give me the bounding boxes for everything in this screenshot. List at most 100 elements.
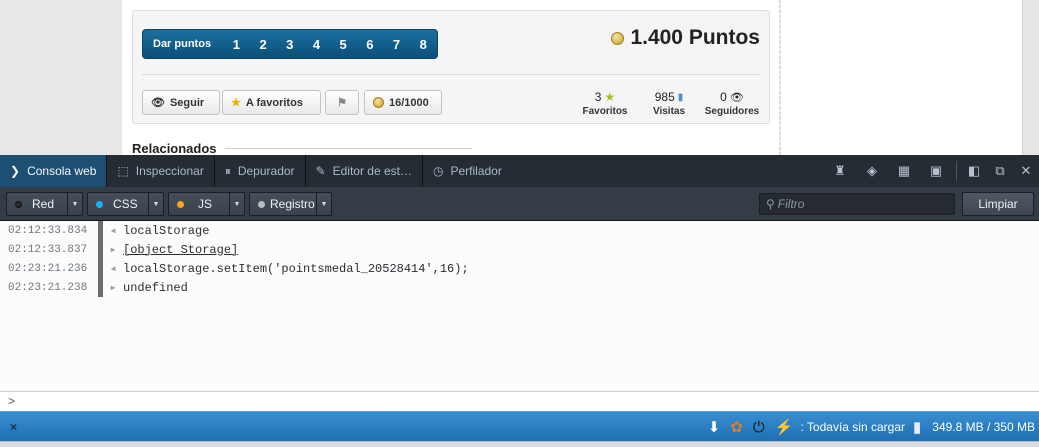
filter-placeholder: Filtro xyxy=(777,197,805,211)
close-icon[interactable]: × xyxy=(10,420,17,434)
tab-label: Editor de est… xyxy=(332,164,412,178)
film-icon[interactable]: ▦ xyxy=(888,155,920,187)
tab-style-editor[interactable]: ✎ Editor de est… xyxy=(306,155,423,187)
tab-label: Perfilador xyxy=(450,164,502,178)
post-actions-card: Dar puntos 1 2 3 4 5 6 7 8 1.400 Puntos … xyxy=(132,10,770,124)
filter-net-button[interactable]: Red ▼ xyxy=(6,192,83,216)
coin-icon xyxy=(611,31,625,45)
web-page: Dar puntos 1 2 3 4 5 6 7 8 1.400 Puntos … xyxy=(0,0,1039,155)
give-points-label: Dar puntos xyxy=(153,38,212,50)
chevron-down-icon[interactable]: ▼ xyxy=(67,193,82,215)
css-dot-icon xyxy=(96,200,103,208)
filter-css-button[interactable]: CSS ▼ xyxy=(87,192,164,216)
divider xyxy=(224,148,472,149)
memory-icon: ▮ xyxy=(913,419,922,436)
bar-chart-icon: ▮ xyxy=(677,91,684,103)
star-icon: ★ xyxy=(604,90,616,104)
cube-icon[interactable]: ◈ xyxy=(856,155,888,187)
stat-visits-label: Visitas xyxy=(652,106,686,117)
total-points: 1.400 Puntos xyxy=(611,26,760,50)
stat-followers: 0 👁 Seguidores xyxy=(703,90,761,117)
statusbar-right: ⬇ ✿ ⏻ ⚡ : Todavía sin cargar ▮ 349.8 MB … xyxy=(703,412,1035,442)
download-icon[interactable]: ⬇ xyxy=(708,418,721,436)
add-favorite-button[interactable]: ★ A favoritos xyxy=(222,90,321,115)
tab-inspector[interactable]: ⬚ Inspeccionar xyxy=(107,155,215,187)
stat-visits: 985 ▮ Visitas xyxy=(641,90,697,117)
related-heading: Relacionados xyxy=(132,141,472,155)
input-arrow-icon: ◀ xyxy=(110,264,116,274)
devtools-toolbox-buttons: ♜ ◈ ▦ ▣ ◧ ⧉ ✕ xyxy=(824,155,1039,187)
clear-button[interactable]: Limpiar xyxy=(962,192,1034,216)
undock-icon[interactable]: ⧉ xyxy=(987,155,1013,187)
chevron-down-icon[interactable]: ▼ xyxy=(316,193,331,215)
points-counter-button[interactable]: 16/1000 xyxy=(364,90,442,115)
follow-label: Seguir xyxy=(169,96,205,109)
page-blank-area xyxy=(781,0,1022,155)
debugger-icon: ⏸ xyxy=(224,163,231,178)
points-option-6[interactable]: 6 xyxy=(357,37,384,52)
stat-visits-value: 985 xyxy=(654,90,675,104)
points-option-4[interactable]: 4 xyxy=(303,37,330,52)
star-icon: ★ xyxy=(231,97,241,109)
tab-label: Depurador xyxy=(237,164,295,178)
favorite-label: A favoritos xyxy=(245,96,303,109)
stat-favorites: 3 ★ Favoritos xyxy=(577,90,633,117)
console-message: undefined xyxy=(123,280,188,295)
filter-log-button[interactable]: Registro ▼ xyxy=(249,192,332,216)
js-dot-icon xyxy=(177,200,184,208)
console-input[interactable]: > xyxy=(0,391,1039,411)
stat-followers-value: 0 xyxy=(720,90,727,104)
style-editor-icon: ✎ xyxy=(315,164,326,178)
filter-js-label: JS xyxy=(198,197,213,211)
output-arrow-icon: ▶ xyxy=(110,283,116,293)
lightning-icon[interactable]: ⚡ xyxy=(775,418,794,436)
follow-button[interactable]: 👁 Seguir xyxy=(142,90,220,115)
flag-icon: ⚑ xyxy=(337,97,347,109)
timestamp: 02:23:21.236 xyxy=(8,262,88,275)
eye-icon: 👁 xyxy=(151,97,165,109)
profiler-icon: ◷ xyxy=(432,164,444,178)
total-points-text: 1.400 Puntos xyxy=(630,26,760,49)
log-dot-icon xyxy=(258,200,265,208)
points-option-7[interactable]: 7 xyxy=(383,37,410,52)
taskbar-strip xyxy=(0,441,1039,447)
input-arrow-icon: ◀ xyxy=(110,226,116,236)
responsive-icon[interactable]: ▣ xyxy=(920,155,952,187)
eye-icon: 👁 xyxy=(729,91,744,104)
tab-web-console[interactable]: ❯ Consola web xyxy=(0,155,108,187)
console-object-link[interactable]: [object Storage] xyxy=(123,243,238,257)
related-heading-text: Relacionados xyxy=(132,141,217,155)
points-option-5[interactable]: 5 xyxy=(330,37,357,52)
net-dot-icon xyxy=(15,200,22,208)
output-arrow-icon: ▶ xyxy=(110,245,116,255)
stat-favorites-value: 3 xyxy=(594,90,602,104)
points-option-3[interactable]: 3 xyxy=(276,37,303,52)
filter-js-button[interactable]: JS ▼ xyxy=(168,192,245,216)
chevron-down-icon[interactable]: ▼ xyxy=(148,193,163,215)
divider xyxy=(142,74,760,75)
console-message: localStorage.setItem('pointsmedal_205284… xyxy=(123,261,469,276)
page-scrollbar[interactable] xyxy=(1022,0,1039,155)
timestamp: 02:23:21.238 xyxy=(8,281,88,294)
paintbrush-icon[interactable]: ♜ xyxy=(824,155,856,187)
tab-profiler[interactable]: ◷ Perfilador xyxy=(423,155,512,187)
addon-icon[interactable]: ✿ xyxy=(730,418,743,436)
console-row: 02:12:33.837 ▶ [object Storage] xyxy=(0,240,1039,259)
points-option-8[interactable]: 8 xyxy=(410,37,437,52)
points-option-1[interactable]: 1 xyxy=(223,37,250,52)
console-icon: ❯ xyxy=(10,164,21,178)
console-filterbar: Red ▼ CSS ▼ JS ▼ Registro ▼ ⚲ Filtro Lim… xyxy=(0,187,1039,221)
points-option-2[interactable]: 2 xyxy=(250,37,277,52)
tab-debugger[interactable]: ⏸ Depurador xyxy=(215,155,306,187)
browser-statusbar: × ⬇ ✿ ⏻ ⚡ : Todavía sin cargar ▮ 349.8 M… xyxy=(0,411,1039,441)
filter-log-label: Registro xyxy=(270,197,315,211)
console-row: 02:12:33.834 ◀ localStorage xyxy=(0,221,1039,240)
divider xyxy=(956,161,957,181)
close-icon[interactable]: ✕ xyxy=(1013,155,1039,187)
chevron-down-icon[interactable]: ▼ xyxy=(229,193,244,215)
report-button[interactable]: ⚑ xyxy=(325,90,359,115)
tab-label: Inspeccionar xyxy=(135,164,204,178)
dock-side-icon[interactable]: ◧ xyxy=(961,155,987,187)
power-icon[interactable]: ⏻ xyxy=(753,419,765,436)
filter-input[interactable]: ⚲ Filtro xyxy=(759,193,955,215)
